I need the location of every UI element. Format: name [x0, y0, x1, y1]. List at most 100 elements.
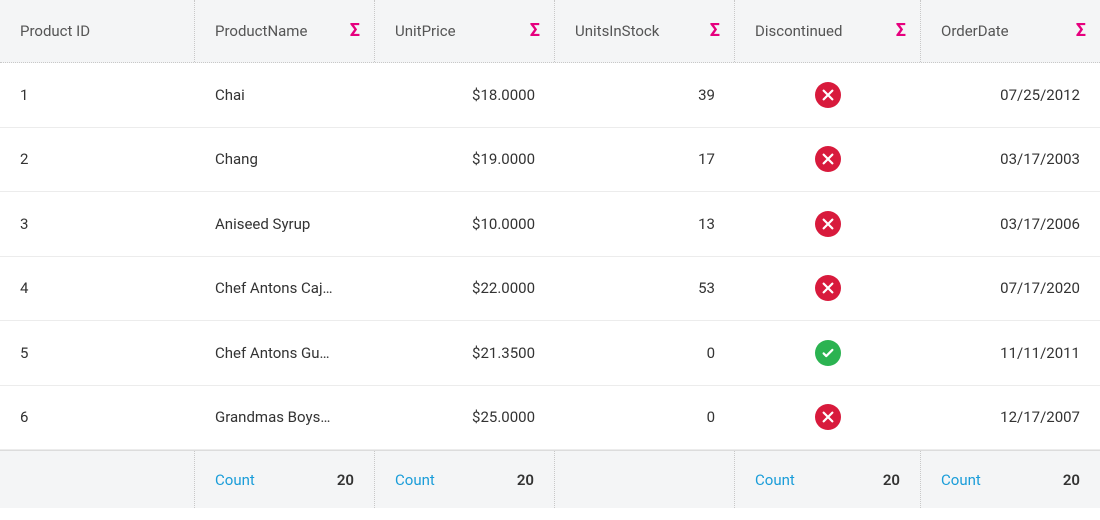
column-header-unit-price[interactable]: UnitPrice Σ: [375, 0, 555, 62]
cell-text: $21.3500: [472, 344, 535, 362]
cell-text: 1: [20, 86, 28, 104]
cell-unitPrice: $21.3500: [375, 321, 555, 385]
cross-icon: [815, 275, 841, 301]
table-row[interactable]: 2 Chang $19.0000 17 03/17/2003: [0, 128, 1100, 193]
cell-text: $25.0000: [472, 408, 535, 426]
cross-icon: [815, 404, 841, 430]
table-row[interactable]: 5 Chef Antons Gu… $21.3500 0 11/11/2011: [0, 321, 1100, 386]
cell-text: 0: [707, 408, 715, 426]
cell-productId: 3: [0, 192, 195, 256]
table-row[interactable]: 4 Chef Antons Caj… $22.0000 53 07/17/2020: [0, 257, 1100, 322]
cell-text: 6: [20, 408, 28, 426]
column-header-label: Product ID: [20, 22, 90, 40]
table-row[interactable]: 3Aniseed Syrup$10.00001303/17/2006: [0, 192, 1100, 257]
cell-text: Aniseed Syrup: [215, 215, 310, 233]
cell-unitsInStock: 53: [555, 257, 735, 321]
sigma-icon[interactable]: Σ: [1076, 22, 1086, 40]
footer-cell[interactable]: Count 20: [921, 451, 1100, 508]
cell-orderDate: 12/17/2007: [921, 386, 1100, 450]
rows-container: 1 Chai $18.0000 39 07/25/2012 2 Chang $19.0000 1…: [0, 63, 1100, 450]
cell-unitPrice: $25.0000: [375, 386, 555, 450]
cell-productId: 2: [0, 128, 195, 192]
column-header-label: UnitPrice: [395, 22, 456, 40]
cell-productName: Aniseed Syrup: [195, 192, 375, 256]
cell-unitsInStock: 0: [555, 321, 735, 385]
column-header-units-in-stock[interactable]: UnitsInStock Σ: [555, 0, 735, 62]
column-header-product-id[interactable]: Product ID: [0, 0, 195, 62]
cell-text: $19.0000: [472, 150, 535, 168]
column-header-discontinued[interactable]: Discontinued Σ: [735, 0, 921, 62]
column-header-label: UnitsInStock: [575, 22, 659, 40]
cell-orderDate: 07/25/2012: [921, 63, 1100, 127]
cell-productId: 5: [0, 321, 195, 385]
column-header-product-name[interactable]: ProductName Σ: [195, 0, 375, 62]
cell-discontinued: [735, 386, 921, 450]
cell-text: Chef Antons Gu…: [215, 344, 330, 362]
cell-discontinued: [735, 128, 921, 192]
cell-text: Chang: [215, 150, 258, 168]
cell-orderDate: 11/11/2011: [921, 321, 1100, 385]
cell-text: $10.0000: [472, 215, 535, 233]
cell-text: 5: [20, 344, 28, 362]
cross-icon: [815, 82, 841, 108]
cell-text: 03/17/2006: [1000, 215, 1080, 233]
cell-productName: Chef Antons Caj…: [195, 257, 375, 321]
cell-unitPrice: $22.0000: [375, 257, 555, 321]
footer-cell: [0, 451, 195, 508]
cell-text: 0: [707, 344, 715, 362]
cell-text: 12/17/2007: [1000, 408, 1080, 426]
sigma-icon[interactable]: Σ: [710, 22, 720, 40]
cell-text: Grandmas Boys…: [215, 408, 330, 426]
cell-discontinued: [735, 321, 921, 385]
sigma-icon[interactable]: Σ: [896, 22, 906, 40]
cell-text: $18.0000: [472, 86, 535, 104]
footer-value: 20: [1063, 471, 1080, 489]
cell-text: 03/17/2003: [1000, 150, 1080, 168]
cell-text: $22.0000: [472, 279, 535, 297]
sigma-icon[interactable]: Σ: [350, 22, 360, 40]
footer-cell[interactable]: Count 20: [375, 451, 555, 508]
footer-cell[interactable]: Count 20: [735, 451, 921, 508]
cell-productName: Chef Antons Gu…: [195, 321, 375, 385]
cell-orderDate: 07/17/2020: [921, 257, 1100, 321]
footer-cell: [555, 451, 735, 508]
footer-label: Count: [755, 471, 795, 489]
header-row: Product ID ProductName Σ UnitPrice Σ Uni…: [0, 0, 1100, 63]
footer-value: 20: [883, 471, 900, 489]
cross-icon: [815, 211, 841, 237]
table-row[interactable]: 1 Chai $18.0000 39 07/25/2012: [0, 63, 1100, 128]
cell-text: Chai: [215, 86, 245, 104]
cell-text: 53: [698, 279, 715, 297]
cell-text: 11/11/2011: [1000, 344, 1080, 362]
cell-productName: Grandmas Boys…: [195, 386, 375, 450]
cell-text: 3: [20, 215, 28, 233]
cell-text: 2: [20, 150, 28, 168]
cell-productId: 4: [0, 257, 195, 321]
cell-productName: Chang: [195, 128, 375, 192]
data-grid: Product ID ProductName Σ UnitPrice Σ Uni…: [0, 0, 1100, 520]
cross-icon: [815, 146, 841, 172]
cell-unitsInStock: 17: [555, 128, 735, 192]
table-row[interactable]: 6 Grandmas Boys… $25.0000 0 12/17/2007: [0, 386, 1100, 451]
cell-discontinued: [735, 192, 921, 256]
footer-value: 20: [337, 471, 354, 489]
cell-unitPrice: $10.0000: [375, 192, 555, 256]
cell-orderDate: 03/17/2003: [921, 128, 1100, 192]
cell-text: 17: [698, 150, 715, 168]
cell-text: Chef Antons Caj…: [215, 279, 333, 297]
cell-unitsInStock: 0: [555, 386, 735, 450]
column-header-order-date[interactable]: OrderDate Σ: [921, 0, 1100, 62]
footer-value: 20: [517, 471, 534, 489]
sigma-icon[interactable]: Σ: [530, 22, 540, 40]
cell-discontinued: [735, 63, 921, 127]
footer-label: Count: [215, 471, 255, 489]
cell-unitPrice: $19.0000: [375, 128, 555, 192]
cell-orderDate: 03/17/2006: [921, 192, 1100, 256]
footer-cell[interactable]: Count 20: [195, 451, 375, 508]
cell-unitsInStock: 39: [555, 63, 735, 127]
cell-text: 07/25/2012: [1000, 86, 1080, 104]
cell-discontinued: [735, 257, 921, 321]
column-header-label: Discontinued: [755, 22, 842, 40]
cell-text: 4: [20, 279, 28, 297]
check-icon: [815, 340, 841, 366]
